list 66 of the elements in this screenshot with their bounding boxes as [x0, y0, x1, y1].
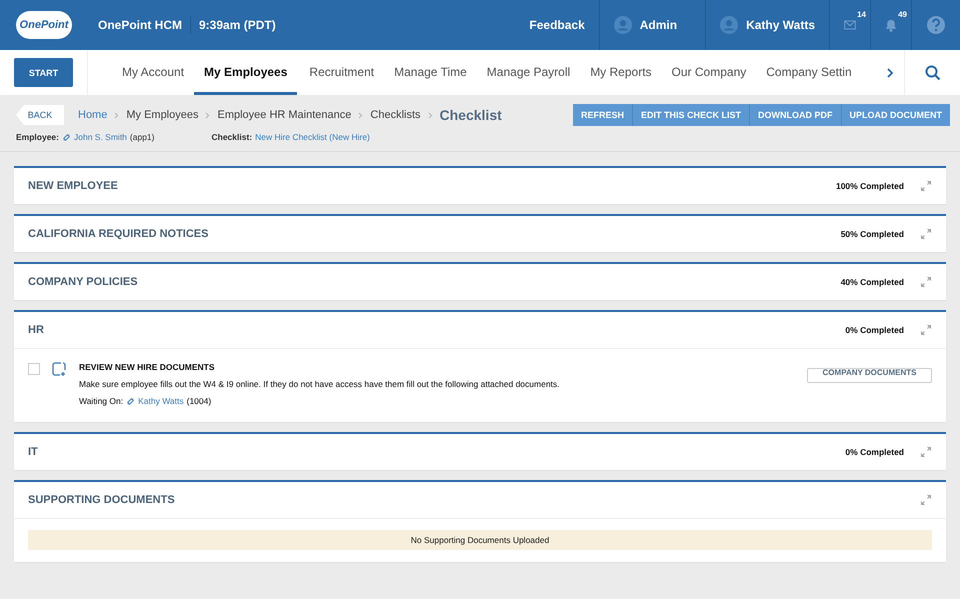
expand-icon[interactable]	[920, 324, 932, 336]
avatar-icon	[614, 16, 632, 34]
task-checkbox[interactable]	[28, 363, 40, 375]
role-menu[interactable]: Admin	[640, 18, 678, 32]
breadcrumb-separator-icon	[114, 112, 120, 118]
section-title: SUPPORTING DOCUMENTS	[28, 494, 176, 506]
start-button[interactable]: START	[14, 58, 73, 87]
add-note-icon[interactable]	[52, 362, 66, 376]
completion-status: 50% Completed	[840, 229, 904, 239]
nav-tab[interactable]: Manage Time	[394, 50, 467, 94]
breadcrumb-link[interactable]: My Employees	[126, 109, 198, 121]
search-icon[interactable]	[924, 64, 940, 80]
page-title: Checklist	[440, 107, 502, 123]
section-title[interactable]: HR	[28, 324, 846, 336]
employee-label: Employee:	[16, 132, 59, 142]
mail-count: 14	[857, 10, 866, 19]
nav-tab[interactable]: My Reports	[590, 50, 652, 94]
nav-tab[interactable]: Recruitment	[309, 50, 374, 94]
task-description: Make sure employee fills out the W4 & I9 online. If they do not have access have them fill out the following attached documents.	[79, 379, 561, 389]
nav-tab[interactable]: Manage Payroll	[486, 50, 570, 94]
nav-tab[interactable]: Our Company	[672, 50, 746, 94]
breadcrumb-separator-icon	[428, 112, 433, 118]
breadcrumb-link[interactable]: Checklists	[370, 109, 421, 121]
employee-link[interactable]: John S. Smith	[74, 132, 127, 142]
chevron-right-icon[interactable]	[886, 66, 894, 78]
section-title[interactable]: IT	[28, 446, 846, 458]
nav-tab[interactable]: Company Settin	[766, 50, 852, 94]
breadcrumb-separator-icon	[205, 112, 210, 118]
section-title[interactable]: COMPANY POLICIES	[28, 276, 841, 288]
nav-tab[interactable]: My Employees	[194, 50, 298, 94]
checklist-link[interactable]: New Hire Checklist (New Hire)	[255, 132, 370, 142]
breadcrumb-separator-icon	[358, 112, 364, 118]
logo[interactable]: OnePoint	[16, 11, 72, 39]
nav-tab[interactable]: My Account	[122, 50, 184, 94]
expand-icon[interactable]	[920, 446, 932, 458]
avatar-icon	[720, 16, 738, 34]
back-button[interactable]: BACK	[16, 105, 64, 125]
expand-icon[interactable]	[920, 228, 932, 240]
task-title: REVIEW NEW HIRE DOCUMENTS	[79, 362, 216, 372]
clock-time: 9:39am (PDT)	[199, 18, 276, 32]
completion-status: 100% Completed	[836, 181, 904, 191]
empty-notice: No Supporting Documents Uploaded	[28, 530, 932, 550]
link-icon	[126, 396, 136, 406]
expand-icon[interactable]	[920, 180, 932, 192]
assignee-link[interactable]: Kathy Watts	[138, 396, 184, 406]
checklist-label: Checklist:	[212, 132, 252, 142]
link-icon	[62, 132, 71, 142]
section-title[interactable]: NEW EMPLOYEE	[28, 180, 836, 192]
completion-status: 0% Completed	[845, 325, 904, 335]
employee-id: (app1)	[130, 132, 154, 142]
waiting-on-label: Waiting On:	[79, 396, 124, 406]
user-menu[interactable]: Kathy Watts	[746, 18, 815, 32]
assignee-id: (1004)	[186, 396, 212, 406]
alert-count: 49	[898, 10, 907, 19]
section-title[interactable]: CALIFORNIA REQUIRED NOTICES	[28, 228, 841, 240]
expand-icon[interactable]	[920, 494, 932, 506]
app-name: OnePoint HCM	[98, 18, 182, 32]
completion-status: 40% Completed	[840, 277, 904, 287]
documents-button[interactable]: COMPANY DOCUMENTS	[807, 368, 932, 383]
mail-icon[interactable]	[844, 18, 856, 32]
feedback-link[interactable]: Feedback	[515, 0, 599, 50]
completion-status: 0% Completed	[845, 447, 904, 457]
breadcrumb-link[interactable]: Employee HR Maintenance	[217, 109, 352, 121]
help-icon[interactable]	[926, 15, 946, 35]
expand-icon[interactable]	[920, 276, 932, 288]
breadcrumb-link[interactable]: Home	[78, 109, 108, 121]
